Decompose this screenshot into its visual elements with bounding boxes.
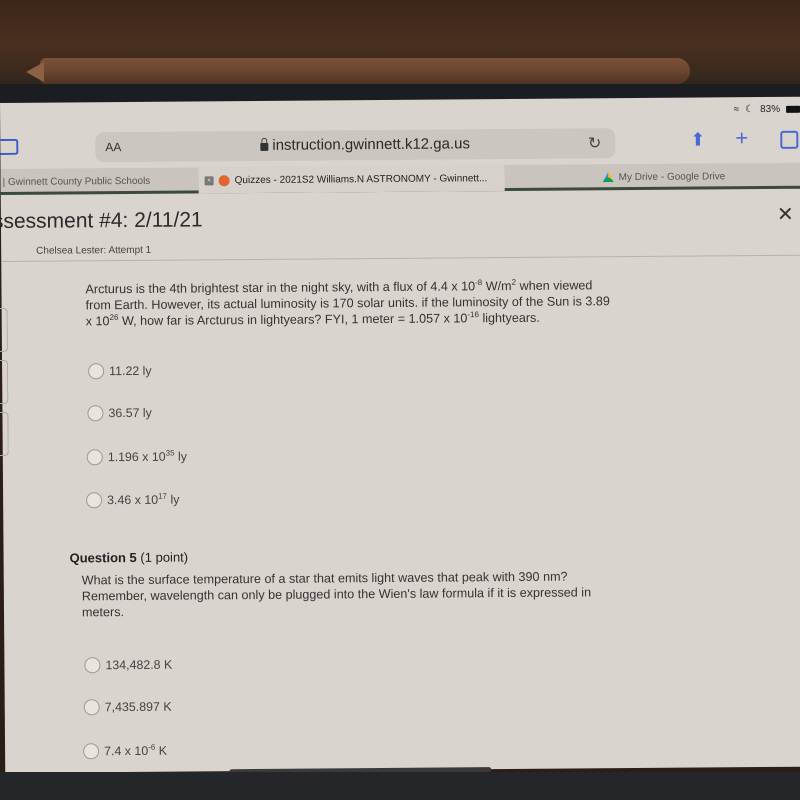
browser-toolbar: AA instruction.gwinnett.k12.ga.us ↻ ⬆ + [0,119,800,169]
radio-button[interactable] [84,657,101,674]
option-label: 7,435.897 K [104,699,172,715]
side-nav-box[interactable] [0,307,8,353]
option-label: 11.22 ly [109,363,152,379]
q4-option-4[interactable]: 3.46 x 1017 ly [86,492,179,509]
tablet-bottom-bezel [0,772,800,800]
tab-label: My Drive - Google Drive [618,170,726,183]
question-5-heading: Question 5 (1 point) [70,550,189,566]
option-label: 7.4 x 10-6 K [104,742,168,759]
q4-option-2[interactable]: 36.57 ly [87,405,152,422]
radio-button[interactable] [86,492,103,509]
close-icon[interactable]: ✕ [777,202,794,227]
q4-option-1[interactable]: 11.22 ly [88,363,152,380]
q4-option-3[interactable]: 1.196 x 1035 ly [86,448,188,466]
quiz-favicon-icon [218,174,230,186]
tabs-overview-icon[interactable] [780,130,799,149]
question-4-text: Arcturus is the 4th brightest star in th… [85,277,685,330]
option-label: 36.57 ly [108,405,152,421]
option-label: 3.46 x 1017 ly [107,491,180,508]
radio-button[interactable] [83,699,100,716]
battery-icon [786,105,800,113]
share-icon[interactable]: ⬆ [690,129,705,150]
tab-quizzes[interactable]: × Quizzes - 2021S2 Williams.N ASTRONOMY … [198,165,505,194]
side-nav-box[interactable] [0,411,9,457]
q5-option-2[interactable]: 7,435.897 K [83,699,172,716]
tablet-screen: ≈ ☾ 83% AA instruction.gwinnett.k12.ga.u… [0,96,800,775]
question-5-points: (1 point) [140,549,189,565]
status-bar: ≈ ☾ 83% [734,101,800,118]
wifi-icon: ≈ [733,103,740,115]
new-tab-plus-icon[interactable]: + [735,125,748,151]
option-label: 134,482.8 K [105,657,173,673]
radio-button[interactable] [83,743,100,760]
tab-label: Quizzes - 2021S2 Williams.N ASTRONOMY - … [234,172,488,186]
apple-pencil [40,58,690,84]
quiz-page: ssessment #4: 2/11/21 ✕ Chelsea Lester: … [0,192,800,778]
radio-button[interactable] [87,405,104,422]
tab-google-drive[interactable]: My Drive - Google Drive [597,163,797,191]
google-drive-icon [603,172,614,182]
text-size-button[interactable]: AA [105,140,121,154]
tab-strip: | Gwinnett County Public Schools × Quizz… [0,162,800,195]
address-bar[interactable]: AA instruction.gwinnett.k12.ga.us ↻ [95,128,616,163]
question-5-text: What is the surface temperature of a sta… [82,568,682,621]
close-tab-icon[interactable]: × [204,175,214,185]
attempt-label: Chelsea Lester: Attempt 1 [36,244,152,257]
page-title: ssessment #4: 2/11/21 [0,208,203,234]
url-display[interactable]: instruction.gwinnett.k12.ga.us [260,135,470,154]
reload-icon[interactable]: ↻ [588,133,602,153]
url-text: instruction.gwinnett.k12.ga.us [272,135,471,154]
q5-option-1[interactable]: 134,482.8 K [84,657,172,674]
tab-label: | Gwinnett County Public Schools [2,175,151,188]
lock-icon [260,142,269,151]
q5-option-3[interactable]: 7.4 x 10-6 K [83,743,167,760]
sidebar-book-icon[interactable] [0,138,19,155]
battery-percent: 83% [760,103,781,115]
apple-pencil-tip [26,62,44,82]
moon-icon: ☾ [745,103,755,115]
radio-button[interactable] [88,363,105,380]
question-5-label: Question 5 [69,549,137,566]
tab-gwinnett-schools[interactable]: | Gwinnett County Public Schools [0,167,197,195]
side-nav-box[interactable] [0,359,9,405]
question-4-line-3: x 1026 W, how far is Arcturus in lightye… [85,310,540,329]
option-label: 1.196 x 1035 ly [107,448,188,465]
radio-button[interactable] [86,449,103,466]
